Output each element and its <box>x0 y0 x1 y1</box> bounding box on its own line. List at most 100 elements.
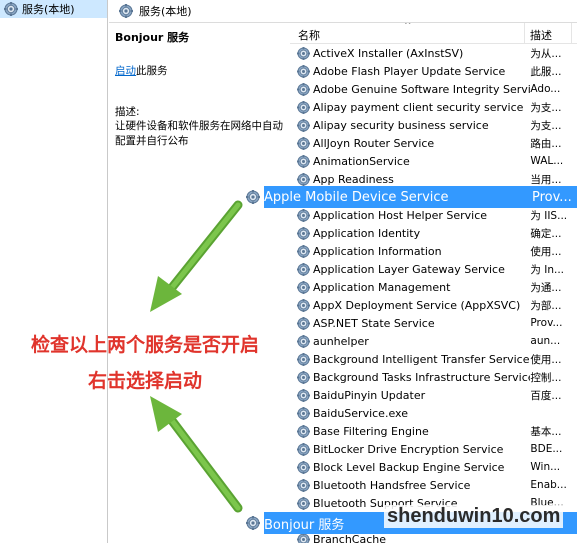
gear-icon <box>297 424 310 438</box>
table-row[interactable]: AllJoyn Router Service 路由... <box>290 134 577 152</box>
description-label: 描述: <box>115 106 140 118</box>
service-desc: aun... <box>530 335 561 347</box>
column-name[interactable]: 名称 <box>298 27 320 43</box>
description-pane: Bonjour 服务 启动此服务 描述: 让硬件设备和软件服务在网络中自动配置并… <box>109 23 284 543</box>
annotation-line-2: 右击选择启动 <box>87 370 202 392</box>
service-name: BranchCache <box>313 532 387 543</box>
table-row[interactable]: BaiduPinyin Updater 百度... <box>290 386 577 404</box>
gear-icon <box>297 352 310 366</box>
service-name: AnimationService <box>313 154 410 168</box>
start-service-suffix: 此服务 <box>136 65 168 77</box>
service-name: Application Host Helper Service <box>313 208 488 222</box>
gear-icon <box>297 316 310 330</box>
table-row[interactable]: Adobe Flash Player Update Service 此服... <box>290 62 577 80</box>
table-row[interactable]: AppX Deployment Service (AppXSVC) 为部... <box>290 296 577 314</box>
gear-icon <box>297 388 310 402</box>
service-desc: 使用... <box>530 245 562 258</box>
table-row[interactable]: ActiveX Installer (AxInstSV) 为从... <box>290 44 577 62</box>
service-name: Bluetooth Handsfree Service <box>313 478 471 492</box>
service-desc: Enab... <box>530 479 567 491</box>
services-header: 服务(本地) <box>109 0 577 23</box>
service-name: Adobe Flash Player Update Service <box>313 64 506 78</box>
service-name: Adobe Genuine Software Integrity Service <box>313 82 531 96</box>
services-list: ^ 名称 描述 ActiveX Installer (AxInstSV) 为从..… <box>290 23 577 543</box>
service-desc: Prov... <box>530 317 563 329</box>
service-desc: Ado... <box>530 83 561 95</box>
service-desc: 为 IIS... <box>530 209 568 222</box>
gear-icon <box>297 496 310 510</box>
table-row[interactable]: Application Information 使用... <box>290 242 577 260</box>
table-row[interactable]: BaiduService.exe <box>290 404 577 422</box>
table-row[interactable]: Application Host Helper Service 为 IIS... <box>290 206 577 224</box>
service-desc: 为支... <box>530 101 562 114</box>
service-desc: 为支... <box>530 119 562 132</box>
table-row[interactable]: Base Filtering Engine 基本... <box>290 422 577 440</box>
service-name: AppX Deployment Service (AppXSVC) <box>313 298 521 312</box>
service-desc: BDE... <box>530 443 563 455</box>
start-service-line: 启动此服务 <box>115 63 168 78</box>
service-name: Background Intelligent Transfer Service <box>313 352 530 366</box>
table-row[interactable]: Application Management 为通... <box>290 278 577 296</box>
header-title: 服务(本地) <box>139 5 192 18</box>
table-row[interactable]: Bluetooth Handsfree Service Enab... <box>290 476 577 494</box>
table-row[interactable]: aunhelper aun... <box>290 332 577 350</box>
table-row[interactable]: BitLocker Drive Encryption Service BDE... <box>290 440 577 458</box>
service-name: Base Filtering Engine <box>313 424 429 438</box>
service-desc: 为通... <box>530 281 562 294</box>
column-header: ^ 名称 描述 <box>290 23 577 44</box>
selected-service-title: Bonjour 服务 <box>115 31 190 44</box>
service-name: BaiduPinyin Updater <box>313 388 426 402</box>
service-name: Block Level Backup Engine Service <box>313 460 505 474</box>
services-icon <box>119 4 133 18</box>
column-divider[interactable] <box>524 23 525 43</box>
table-row[interactable]: Alipay security business service 为支... <box>290 116 577 134</box>
start-service-link[interactable]: 启动 <box>115 65 136 77</box>
gear-icon <box>297 442 310 456</box>
gear-icon <box>297 136 310 150</box>
column-description[interactable]: 描述 <box>530 27 552 43</box>
table-row[interactable]: ASP.NET State Service Prov... <box>290 314 577 332</box>
gear-icon <box>297 172 310 186</box>
service-desc: 控制... <box>530 371 562 384</box>
gear-icon <box>297 298 310 312</box>
service-name: Alipay payment client security service <box>313 100 524 114</box>
service-desc: 确定... <box>530 227 562 240</box>
service-name: ActiveX Installer (AxInstSV) <box>313 46 464 60</box>
service-name: Application Management <box>313 280 451 294</box>
service-desc: WAL... <box>530 155 564 167</box>
service-desc: 为 In... <box>530 263 565 276</box>
gear-icon <box>297 46 310 60</box>
watermark: shenduwin10.com <box>384 505 564 528</box>
gear-icon <box>246 190 260 204</box>
service-name: ASP.NET State Service <box>313 316 435 330</box>
service-desc: 为部... <box>530 299 562 312</box>
table-row[interactable]: Background Intelligent Transfer Service 使… <box>290 350 577 368</box>
tree-item-services-local[interactable]: 服务(本地) <box>0 0 107 18</box>
gear-icon <box>297 118 310 132</box>
gear-icon <box>297 244 310 258</box>
service-name: App Readiness <box>313 172 394 186</box>
table-row[interactable]: Adobe Genuine Software Integrity Service… <box>290 80 577 98</box>
gear-icon <box>297 154 310 168</box>
column-divider[interactable] <box>571 23 572 43</box>
table-row[interactable]: Block Level Backup Engine Service Win... <box>290 458 577 476</box>
service-name: BaiduService.exe <box>313 406 408 420</box>
table-row[interactable]: Application Identity 确定... <box>290 224 577 242</box>
console-tree: 服务(本地) <box>0 0 108 543</box>
annotation-line-1: 检查以上两个服务是否开启 <box>30 334 259 356</box>
table-row[interactable]: AnimationService WAL... <box>290 152 577 170</box>
table-row[interactable]: Application Layer Gateway Service 为 In... <box>290 260 577 278</box>
gear-icon <box>297 100 310 114</box>
service-name: AllJoyn Router Service <box>313 136 435 150</box>
gear-icon <box>297 370 310 384</box>
table-row[interactable]: Alipay payment client security service 为支… <box>290 98 577 116</box>
service-desc: 使用... <box>530 353 562 366</box>
service-desc: 当用... <box>530 173 562 186</box>
service-desc: 路由... <box>530 137 562 150</box>
gear-icon <box>297 406 310 420</box>
table-row[interactable]: Background Tasks Infrastructure Service 控… <box>290 368 577 386</box>
gear-icon <box>297 208 310 222</box>
service-name: BitLocker Drive Encryption Service <box>313 442 504 456</box>
gear-icon <box>297 64 310 78</box>
service-row-apple-mobile-device[interactable]: Apple Mobile Device Service Prov... <box>246 186 577 208</box>
